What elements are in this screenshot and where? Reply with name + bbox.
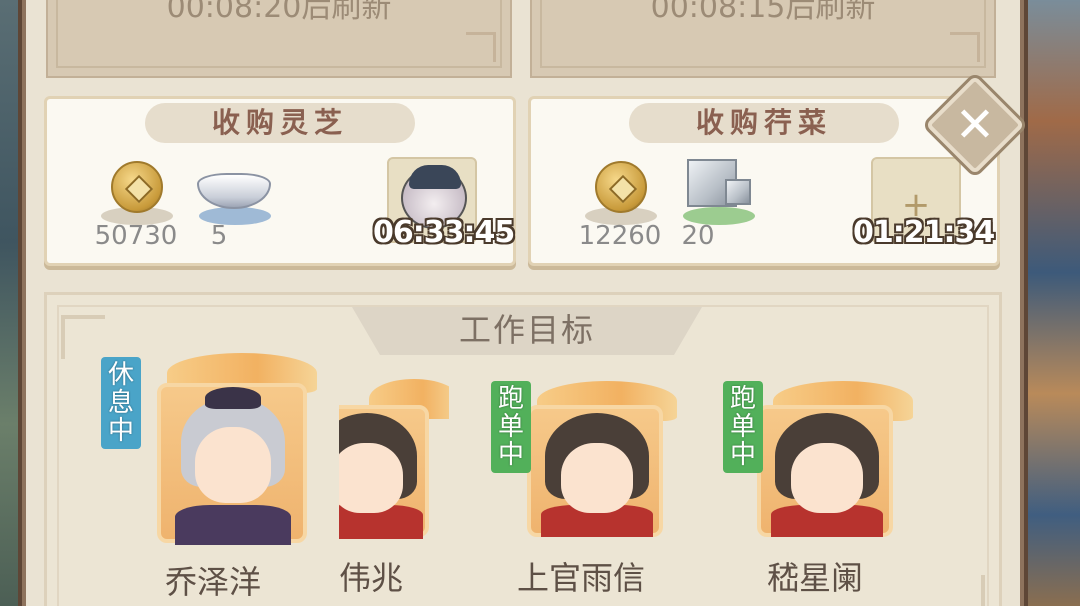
- reward-value: 5: [210, 221, 228, 251]
- worker-portrait: [757, 405, 893, 537]
- background-scenery-right: [1020, 0, 1080, 606]
- purchase-timer: 06:33:45: [373, 215, 515, 250]
- corner-ornament: [950, 32, 980, 62]
- worker-name: 伟兆: [339, 559, 404, 597]
- worker-portrait: [157, 383, 307, 545]
- worker-name: 嵇星阑: [767, 559, 864, 597]
- worker-portrait: [527, 405, 663, 537]
- corner-ornament: [466, 32, 496, 62]
- reward-silver-ingot: 5: [189, 157, 279, 267]
- close-icon: ✕: [954, 97, 996, 153]
- worker-card[interactable]: 伟兆: [339, 375, 449, 605]
- worker-name: 乔泽洋: [165, 563, 262, 601]
- worker-portrait: [339, 405, 429, 539]
- worker-card[interactable]: 休息中 乔泽洋: [101, 347, 327, 606]
- worker-name: 上官雨信: [517, 559, 646, 597]
- purchase-card-title: 收购荇菜: [629, 103, 899, 143]
- purchase-timer: 01:21:34: [853, 215, 995, 250]
- refresh-countdown: 00:08:15后刷新: [650, 0, 876, 25]
- copper-coin-icon: [595, 161, 647, 213]
- purchase-card-lingzhi[interactable]: 收购灵芝 50730 5 06:33:45: [44, 96, 516, 266]
- refresh-countdown: 00:08:20后刷新: [166, 0, 392, 25]
- work-target-panel: 工作目标 休息中 乔泽洋 伟兆 跑单中 上官雨信 跑单中 嵇星阑: [44, 292, 1002, 606]
- status-badge: 跑单中: [491, 381, 531, 473]
- reward-value: 20: [681, 221, 715, 251]
- work-target-title: 工作目标: [352, 307, 702, 355]
- corner-ornament: [941, 575, 985, 606]
- refresh-panel-left: 00:08:20后刷新: [46, 0, 512, 78]
- corner-ornament: [61, 315, 105, 359]
- reward-stone-block: 20: [673, 157, 763, 267]
- status-badge: 跑单中: [723, 381, 763, 473]
- worker-card[interactable]: 跑单中 嵇星阑: [723, 375, 923, 605]
- purchase-card-title: 收购灵芝: [145, 103, 415, 143]
- silver-ingot-icon: [197, 173, 271, 209]
- refresh-panel-right: 00:08:15后刷新: [530, 0, 996, 78]
- copper-coin-icon: [111, 161, 163, 213]
- status-badge: 休息中: [101, 357, 141, 449]
- stone-block-icon: [725, 179, 751, 205]
- worker-card[interactable]: 跑单中 上官雨信: [487, 375, 687, 605]
